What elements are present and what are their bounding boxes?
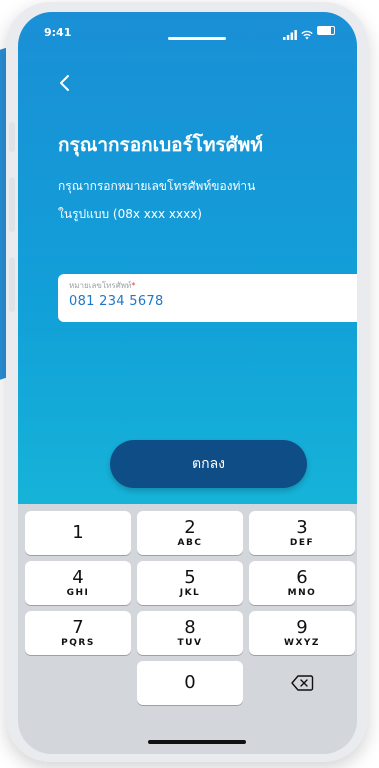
key-9[interactable]: 9 WXYZ (249, 611, 355, 655)
status-icons (283, 25, 335, 40)
chevron-left-icon (60, 75, 69, 91)
phone-frame: 9:41 กรุณากรอกเบอร์โทรศัพท์ กรุณากรอกหมา… (6, 2, 368, 762)
required-mark: * (131, 281, 136, 290)
content-area: 9:41 กรุณากรอกเบอร์โทรศัพท์ กรุณากรอกหมา… (18, 12, 357, 504)
ok-button[interactable]: ตกลง (110, 440, 307, 488)
numeric-keypad: 1 2 ABC 3 DEF 4 GHI 5 JKL 6 MNO 7 PQRS 8 TUV 9W… (18, 504, 357, 754)
side-button-volume-down (9, 257, 15, 312)
page-subtitle: กรุณากรอกหมายเลขโทรศัพท์ของท่าน ในรูปแบบ… (58, 172, 255, 228)
key-5[interactable]: 5 JKL (137, 561, 243, 605)
phone-number-value: 081 234 5678 (69, 294, 164, 309)
battery-icon (317, 25, 335, 35)
phone-number-label: หมายเลขโทรศัพท์* (69, 281, 136, 290)
key-7[interactable]: 7 PQRS (25, 611, 131, 655)
signal-icon (283, 25, 297, 40)
key-2[interactable]: 2 ABC (137, 511, 243, 555)
side-button-mute (9, 122, 15, 152)
key-4[interactable]: 4 GHI (25, 561, 131, 605)
back-button[interactable] (54, 72, 76, 94)
backspace-icon (291, 675, 314, 691)
subtitle-line-1: กรุณากรอกหมายเลขโทรศัพท์ของท่าน (58, 179, 256, 193)
screen: 9:41 กรุณากรอกเบอร์โทรศัพท์ กรุณากรอกหมา… (18, 12, 357, 754)
speaker-notch (168, 37, 226, 40)
subtitle-line-2: ในรูปแบบ (08x xxx xxxx) (58, 207, 202, 221)
key-3[interactable]: 3 DEF (249, 511, 355, 555)
key-8[interactable]: 8 TUV (137, 611, 243, 655)
key-0[interactable]: 0 (137, 661, 243, 705)
page-title: กรุณากรอกเบอร์โทรศัพท์ (58, 134, 263, 156)
key-1[interactable]: 1 (25, 511, 131, 555)
wifi-icon (301, 25, 313, 40)
side-button-volume-up (9, 177, 15, 232)
phone-number-field[interactable]: หมายเลขโทรศัพท์* 081 234 5678 (58, 274, 357, 322)
home-indicator[interactable] (148, 740, 246, 744)
key-6[interactable]: 6 MNO (249, 561, 355, 605)
delete-key[interactable] (249, 661, 355, 705)
status-time: 9:41 (44, 26, 72, 39)
